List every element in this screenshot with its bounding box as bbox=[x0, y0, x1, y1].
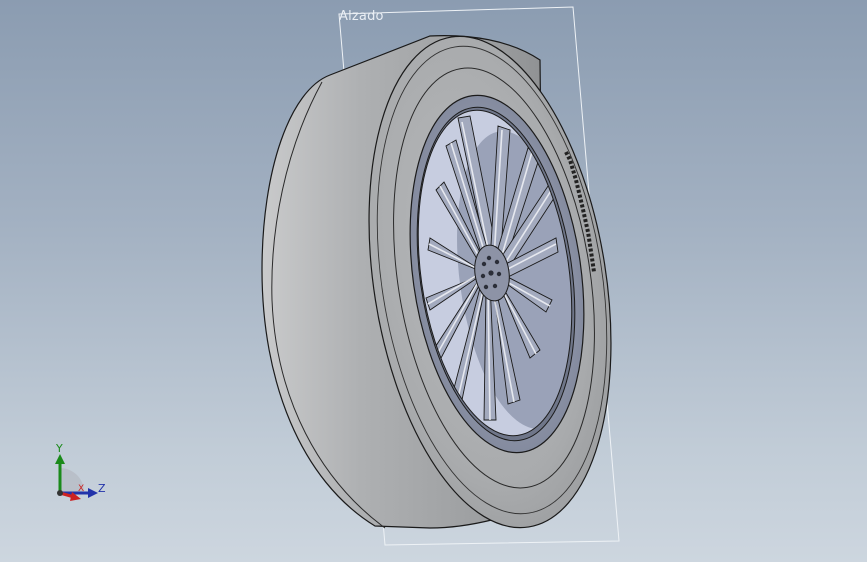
axis-z-label: Z bbox=[98, 482, 106, 495]
reference-triad bbox=[55, 454, 98, 501]
view-orientation-label: Alzado bbox=[339, 9, 384, 24]
graphics-viewport[interactable]: Alzado Y Z X bbox=[0, 0, 867, 562]
axis-x-label: X bbox=[78, 484, 85, 494]
model-scene[interactable] bbox=[0, 0, 867, 562]
axis-y-label: Y bbox=[56, 442, 63, 455]
